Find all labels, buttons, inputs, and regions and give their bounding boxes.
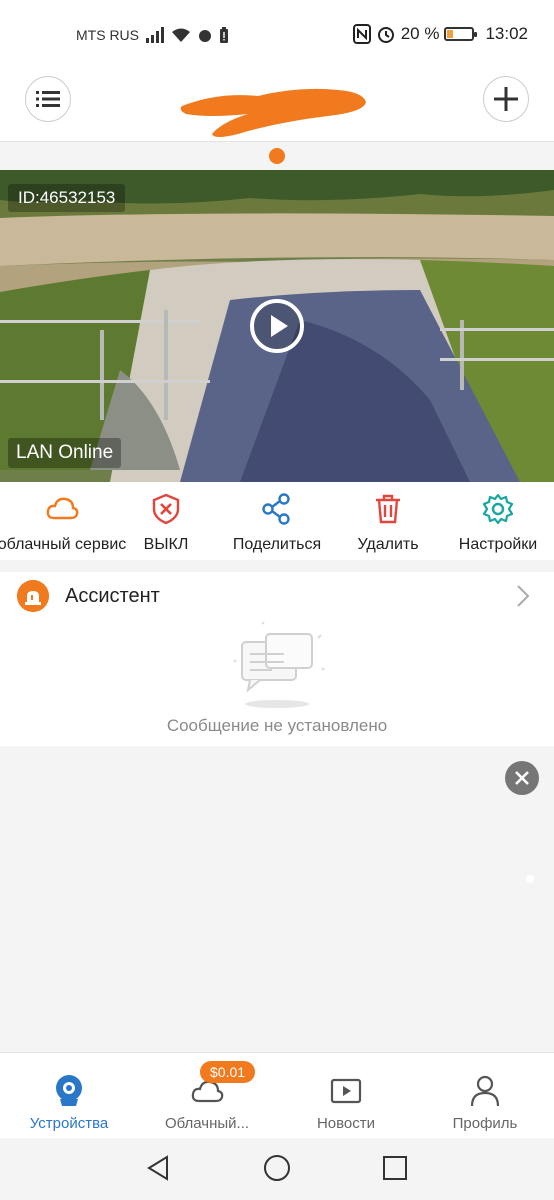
assistant-siren-icon xyxy=(17,580,49,612)
delete-action[interactable]: Удалить xyxy=(344,482,432,560)
device-pager xyxy=(0,142,554,170)
cloud-icon xyxy=(46,497,79,520)
redacted-title-scribble xyxy=(180,88,366,137)
pager-dot-active[interactable] xyxy=(269,148,285,164)
device-actions: облачный сервис ВЫКЛ Поделиться Удалить … xyxy=(0,482,554,560)
camera-preview[interactable]: ID:46532153 LAN Online xyxy=(0,170,554,482)
camera-icon xyxy=(56,1075,82,1106)
price-badge: $0.01 xyxy=(200,1061,256,1083)
nav-label: Профиль xyxy=(452,1115,518,1132)
play-icon[interactable] xyxy=(249,298,305,354)
battery-alert-icon xyxy=(220,27,228,43)
signal-icon xyxy=(146,27,164,43)
home-icon[interactable] xyxy=(263,1154,291,1182)
close-ad-button[interactable] xyxy=(505,761,539,795)
user-icon xyxy=(470,1075,500,1107)
video-icon xyxy=(330,1078,362,1104)
bottom-nav: Устройства Облачный... $0.01 Новости Про… xyxy=(0,1052,554,1138)
wifi-icon xyxy=(172,28,190,42)
nav-label: Облачный... xyxy=(164,1115,250,1132)
share-action[interactable]: Поделиться xyxy=(222,482,332,560)
plus-icon xyxy=(494,87,518,111)
connection-status: LAN Online xyxy=(8,438,122,468)
action-label: облачный сервис xyxy=(0,536,127,553)
carrier-label: MTS RUS xyxy=(76,27,139,43)
action-label: Настройки xyxy=(458,536,538,553)
alarm-clock-icon xyxy=(377,27,394,43)
battery-percent: 20 % xyxy=(400,24,440,43)
action-label: Поделиться xyxy=(232,536,322,553)
system-nav-bar xyxy=(0,1138,554,1200)
clock: 13:02 xyxy=(485,24,528,43)
nav-devices[interactable]: Устройства xyxy=(0,1053,138,1139)
battery-icon xyxy=(444,27,478,41)
floating-dot xyxy=(526,875,534,883)
back-icon[interactable] xyxy=(145,1154,173,1182)
nav-profile[interactable]: Профиль xyxy=(416,1053,554,1139)
assistant-card: Ассистент Сообщение не установлено xyxy=(0,572,554,746)
list-icon xyxy=(36,91,60,107)
nav-cloud[interactable]: Облачный... $0.01 xyxy=(138,1053,276,1139)
trash-icon xyxy=(376,494,400,524)
gear-icon xyxy=(482,493,514,525)
nav-news[interactable]: Новости xyxy=(277,1053,415,1139)
menu-button[interactable] xyxy=(25,76,71,122)
empty-messages-icon xyxy=(233,621,325,708)
alarm-icon xyxy=(199,30,211,42)
camera-id-label: ID:46532153 xyxy=(8,184,126,212)
shield-x-icon xyxy=(152,493,180,525)
app-header xyxy=(0,68,554,142)
close-icon xyxy=(515,771,529,785)
share-icon xyxy=(262,493,290,525)
chevron-right-icon[interactable] xyxy=(516,584,530,608)
nav-label: Устройства xyxy=(29,1115,109,1132)
add-device-button[interactable] xyxy=(483,76,529,122)
nfc-icon xyxy=(352,24,371,44)
assistant-title[interactable]: Ассистент xyxy=(65,585,160,608)
settings-action[interactable]: Настройки xyxy=(446,482,550,560)
empty-message-text: Сообщение не установлено xyxy=(166,716,388,735)
recents-icon[interactable] xyxy=(381,1154,409,1182)
status-bar: MTS RUS 20 % 13:02 xyxy=(0,0,554,68)
cloud-service-action[interactable]: облачный сервис xyxy=(0,482,132,560)
action-label: ВЫКЛ xyxy=(143,536,189,553)
action-label: Удалить xyxy=(357,536,419,553)
nav-label: Новости xyxy=(316,1115,376,1132)
alarm-off-action[interactable]: ВЫКЛ xyxy=(128,482,204,560)
